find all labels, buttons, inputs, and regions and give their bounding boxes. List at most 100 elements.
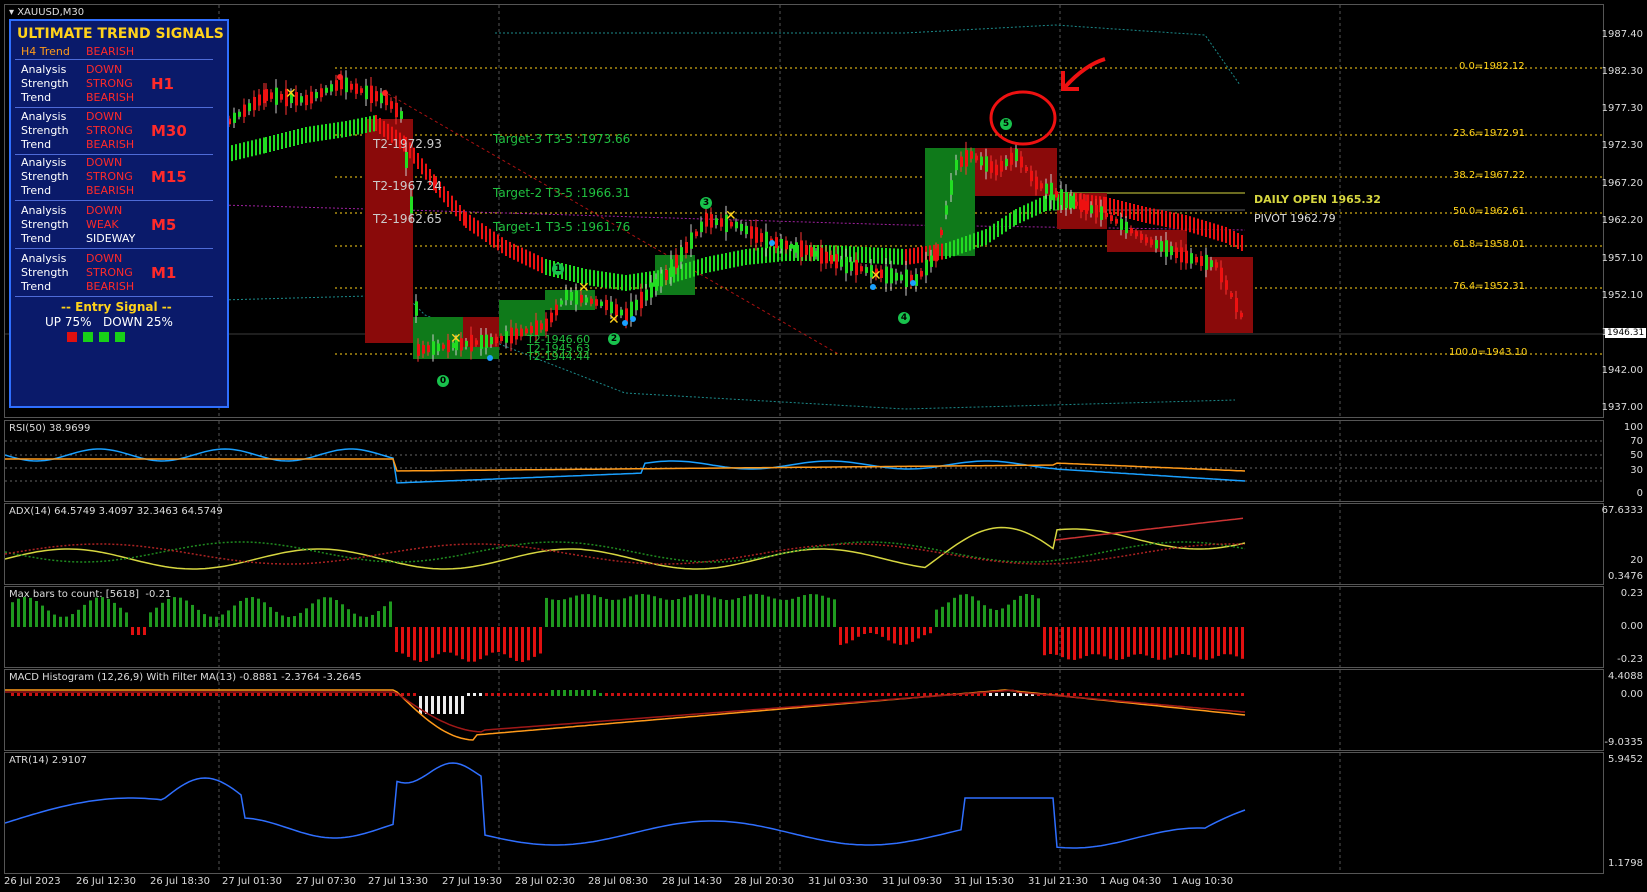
time-axis[interactable]: 26 Jul 2023 26 Jul 12:30 26 Jul 18:30 27 Ju… <box>4 874 1604 892</box>
macd-bar <box>53 693 56 696</box>
adx-pane[interactable]: ADX(14) 64.5749 3.4097 32.3463 64.5749 <box>4 503 1604 585</box>
candle-body <box>545 318 548 332</box>
macd-bar <box>887 693 890 696</box>
macd-bar <box>17 693 20 696</box>
candle-body <box>1135 231 1138 237</box>
macd-bar <box>1121 693 1124 696</box>
current-price-tag: 1946.31 <box>1605 328 1647 338</box>
entry-signal-square <box>67 332 77 342</box>
candle-body <box>930 255 933 267</box>
candle-body <box>1095 205 1098 218</box>
timeframe-label: M5 <box>151 216 177 234</box>
atr-pane[interactable]: ATR(14) 2.9107 <box>4 752 1604 874</box>
candle-body <box>310 91 313 104</box>
histogram-bar <box>911 627 914 642</box>
candle-body <box>1030 170 1033 182</box>
price-tick: 1957.10 <box>1601 253 1643 264</box>
candle-body <box>1120 218 1123 230</box>
histogram-bar <box>95 597 98 627</box>
macd-bar <box>281 693 284 696</box>
macd-bar <box>659 693 662 696</box>
histogram-bar <box>941 606 944 627</box>
histogram-bar <box>407 627 410 657</box>
macd-bar <box>605 693 608 696</box>
ribbon-bar <box>489 228 491 245</box>
macd-bar <box>1157 693 1160 696</box>
candle-body <box>1115 218 1118 224</box>
ribbon-bar <box>1205 221 1207 237</box>
histogram-bar <box>1037 598 1040 627</box>
histogram-bar <box>485 627 488 656</box>
histogram-bar <box>995 609 998 627</box>
adx-canvas <box>5 504 1341 584</box>
indicator-tick: 20 <box>1630 555 1643 566</box>
candle-body <box>243 104 246 117</box>
ribbon-bar <box>369 116 371 133</box>
ribbon-bar <box>281 133 283 149</box>
time-tick: 31 Jul 15:30 <box>954 876 1014 887</box>
macd-bar <box>359 693 362 696</box>
macd-pane[interactable]: MACD Histogram (12,26,9) With Filter MA(… <box>4 669 1604 751</box>
symbol-label[interactable]: ▾ XAUUSD,M30 <box>9 7 84 18</box>
histogram-bar <box>1121 627 1124 660</box>
panel-title: ULTIMATE TREND SIGNALS <box>17 26 224 42</box>
macd-bar <box>899 693 902 696</box>
atr-canvas <box>5 753 1341 873</box>
ribbon-bar <box>917 247 919 264</box>
ribbon-bar <box>383 120 385 137</box>
ribbon-bar <box>373 115 375 132</box>
ribbon-bar <box>517 245 519 262</box>
ribbon-bar <box>521 247 523 264</box>
ribbon-bar <box>989 226 991 243</box>
candle-body <box>600 301 603 306</box>
ribbon-bar <box>1229 229 1231 245</box>
price-axis[interactable]: 1987.40 1982.30 1977.30 1972.30 1967.20 1962.… <box>1601 4 1647 418</box>
histogram-bar <box>959 594 962 627</box>
histogram-bar <box>47 610 50 627</box>
maxbars-pane[interactable]: Max bars to count: [5618] -0.21 <box>4 586 1604 668</box>
ribbon-bar <box>1109 198 1111 214</box>
ribbon-bar <box>533 253 535 270</box>
annotation-circle <box>989 90 1057 146</box>
macd-bar <box>617 693 620 696</box>
histogram-bar <box>1007 604 1010 627</box>
candle-body <box>315 92 318 99</box>
ribbon-bar <box>605 272 607 288</box>
rsi-pane[interactable]: RSI(50) 38.9699 <box>4 420 1604 502</box>
macd-bar <box>83 693 86 696</box>
ribbon-bar <box>349 120 351 137</box>
histogram-bar <box>815 594 818 627</box>
ribbon-bar <box>337 122 339 139</box>
macd-bar <box>1001 693 1004 696</box>
macd-bar <box>845 693 848 696</box>
histogram-bar <box>35 601 38 627</box>
price-chart-pane[interactable]: ▾ XAUUSD,M30 <box>4 4 1604 418</box>
macd-bar <box>227 693 230 696</box>
ribbon-bar <box>455 200 457 217</box>
ribbon-bar <box>969 234 971 251</box>
ribbon-bar <box>243 142 245 159</box>
macd-bar <box>995 693 998 696</box>
macd-bar <box>815 693 818 696</box>
candle-body <box>795 242 798 253</box>
ribbon-bar <box>231 145 233 162</box>
macd-bar <box>581 690 584 696</box>
time-tick: 28 Jul 14:30 <box>662 876 722 887</box>
candle-body <box>670 259 673 277</box>
time-tick: 28 Jul 20:30 <box>734 876 794 887</box>
t2-upper-label: T2-1967.24 <box>373 179 442 193</box>
macd-bar <box>539 693 542 696</box>
histogram-bar <box>197 609 200 627</box>
histogram-bar <box>401 627 404 654</box>
ribbon-bar <box>597 270 599 287</box>
macd-bar <box>521 693 524 696</box>
entry-signal-values: UP 75% DOWN 25% <box>45 315 173 329</box>
histogram-bar <box>491 627 494 653</box>
macd-bar <box>707 693 710 696</box>
macd-bar <box>311 693 314 696</box>
candle-body <box>800 240 803 258</box>
ribbon-bar <box>1133 204 1135 220</box>
macd-bar <box>407 693 410 696</box>
histogram-bar <box>749 594 752 627</box>
ribbon-bar <box>1113 199 1115 215</box>
